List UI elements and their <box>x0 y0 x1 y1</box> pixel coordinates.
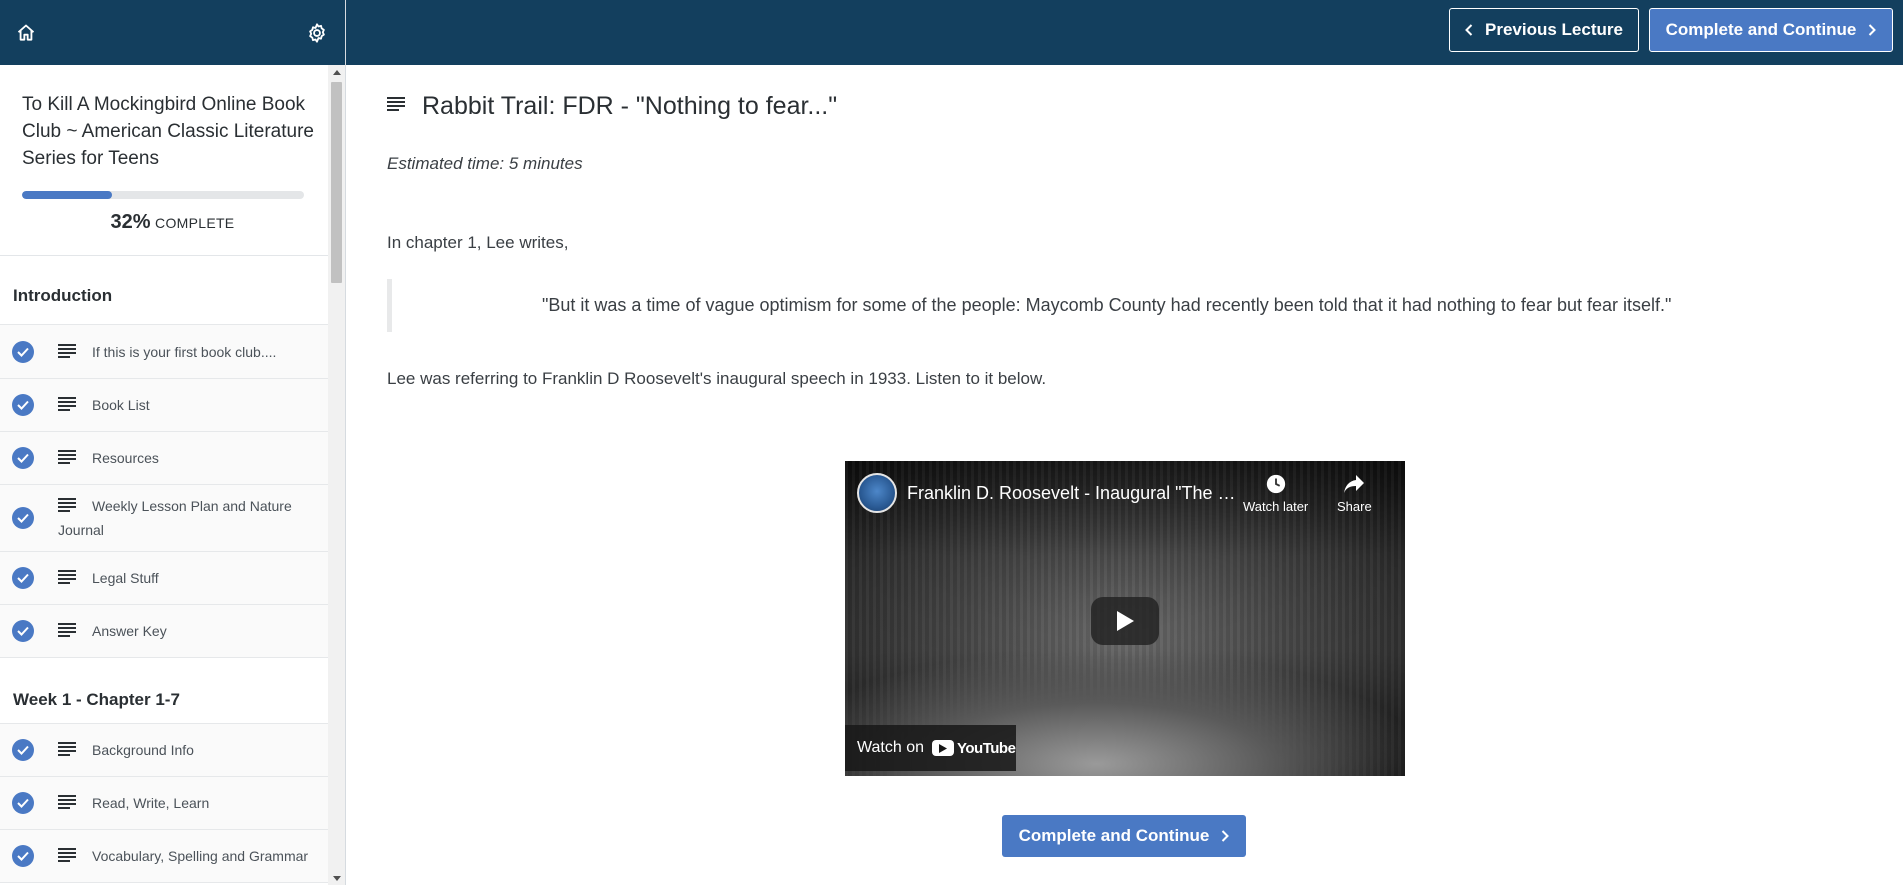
completed-check-icon <box>12 447 34 469</box>
completed-check-icon <box>12 845 34 867</box>
text-lines-icon <box>58 623 76 637</box>
watch-on-youtube-button[interactable]: Watch on YouTube <box>845 725 1016 771</box>
text-lines-icon <box>58 570 76 584</box>
quote-text: "But it was a time of vague optimism for… <box>542 295 1672 315</box>
section-title: Week 1 - Chapter 1-7 <box>0 658 345 724</box>
lecture-paragraph: In chapter 1, Lee writes, <box>387 233 569 252</box>
app-root: To Kill A Mockingbird Online Book Club ~… <box>0 0 1903 885</box>
gear-icon[interactable] <box>303 19 331 47</box>
scroll-down-arrow-icon[interactable] <box>328 871 345 885</box>
lecture-label: Resources <box>92 450 159 466</box>
lecture-label: Background Info <box>92 742 194 758</box>
watch-later-button[interactable]: Watch later <box>1243 473 1308 514</box>
sidebar-scroll-thumb[interactable] <box>331 82 342 283</box>
sidebar-scrollbar[interactable] <box>328 65 345 885</box>
sidebar-lecture-item[interactable]: Book List <box>0 379 345 432</box>
share-button[interactable]: Share <box>1337 473 1372 514</box>
course-progress-bar <box>22 191 304 199</box>
scroll-up-arrow-icon[interactable] <box>328 65 345 79</box>
course-title: To Kill A Mockingbird Online Book Club ~… <box>22 94 314 169</box>
text-lines-icon <box>58 848 76 862</box>
sidebar-lecture-item[interactable]: Legal Stuff <box>0 552 345 605</box>
text-lines-icon <box>58 742 76 756</box>
lecture-title-row: Rabbit Trail: FDR - "Nothing to fear..." <box>387 92 1903 121</box>
sidebar-lecture-item[interactable]: Resources <box>0 432 345 485</box>
sidebar-lecture-item[interactable]: Read, Write, Learn <box>0 777 345 830</box>
lecture-content: Rabbit Trail: FDR - "Nothing to fear..."… <box>346 65 1903 885</box>
clock-icon <box>1266 474 1285 494</box>
youtube-wordmark-text: YouTube <box>957 739 1016 757</box>
sidebar-lecture-item[interactable]: If this is your first book club.... <box>0 325 345 379</box>
lecture-label: Legal Stuff <box>92 570 159 586</box>
lecture-label: Vocabulary, Spelling and Grammar <box>92 848 309 864</box>
sidebar-lecture-item[interactable]: Weekly Lesson Plan and Nature Journal <box>0 485 345 552</box>
text-lines-icon <box>58 498 76 512</box>
play-button[interactable] <box>1091 597 1159 645</box>
lecture-label: Weekly Lesson Plan and Nature Journal <box>58 498 292 538</box>
text-lines-icon <box>58 397 76 411</box>
sidebar-lecture-item[interactable]: Answer Key <box>0 605 345 658</box>
video-title[interactable]: Franklin D. Roosevelt - Inaugural "The O… <box>907 483 1237 504</box>
youtube-play-icon <box>932 740 954 756</box>
text-lines-icon <box>58 795 76 809</box>
lecture-paragraph: Lee was referring to Franklin D Roosevel… <box>387 369 1047 388</box>
completed-check-icon <box>12 620 34 642</box>
lecture-label: Book List <box>92 397 150 413</box>
sidebar-lecture-item[interactable]: Background Info <box>0 724 345 777</box>
completed-check-icon <box>12 792 34 814</box>
youtube-video-embed[interactable]: Franklin D. Roosevelt - Inaugural "The O… <box>845 461 1405 776</box>
course-progress-fill <box>22 191 113 199</box>
lecture-label: Read, Write, Learn <box>92 795 210 811</box>
watch-later-label: Watch later <box>1243 499 1309 514</box>
complete-and-continue-label: Complete and Continue <box>1018 826 1210 845</box>
chevron-right-icon <box>1222 830 1230 842</box>
completed-check-icon <box>12 739 34 761</box>
sidebar-header <box>0 0 345 65</box>
completed-check-icon <box>12 507 34 529</box>
play-icon <box>1117 611 1134 631</box>
progress-percent: 32% <box>110 211 151 233</box>
channel-avatar[interactable] <box>857 473 897 513</box>
chevron-left-icon <box>1465 24 1473 36</box>
sidebar-scroll-area[interactable]: To Kill A Mockingbird Online Book Club ~… <box>0 65 345 885</box>
progress-complete-text: COMPLETE <box>155 215 235 231</box>
completed-check-icon <box>12 340 34 363</box>
watch-on-label: Watch on <box>857 739 924 756</box>
text-lines-icon <box>387 96 405 117</box>
text-lines-icon <box>58 450 76 464</box>
section-title: Introduction <box>0 256 345 325</box>
progress-label: 32% COMPLETE <box>22 211 323 234</box>
previous-lecture-button[interactable]: Previous Lecture <box>1449 8 1639 52</box>
bottom-complete-and-continue-button[interactable]: Complete and Continue <box>1002 815 1246 857</box>
chevron-right-icon <box>1869 24 1877 36</box>
home-icon[interactable] <box>12 19 40 47</box>
lecture-label: Answer Key <box>92 623 167 639</box>
youtube-logo: YouTube <box>932 739 1016 757</box>
course-sidebar: To Kill A Mockingbird Online Book Club ~… <box>0 0 346 885</box>
course-header: To Kill A Mockingbird Online Book Club ~… <box>0 65 345 256</box>
complete-and-continue-button[interactable]: Complete and Continue <box>1649 8 1893 52</box>
lecture-quote: "But it was a time of vague optimism for… <box>387 279 1903 332</box>
completed-check-icon <box>12 394 34 416</box>
estimated-time: Estimated time: 5 minutes <box>387 154 583 173</box>
share-arrow-icon <box>1344 475 1365 493</box>
lecture-top-nav: Previous Lecture Complete and Continue <box>346 0 1903 65</box>
completed-check-icon <box>12 567 34 589</box>
lecture-title: Rabbit Trail: FDR - "Nothing to fear..." <box>422 92 838 120</box>
previous-lecture-label: Previous Lecture <box>1485 20 1623 39</box>
text-lines-icon <box>58 343 76 358</box>
lecture-label: If this is your first book club.... <box>92 343 277 360</box>
complete-and-continue-label: Complete and Continue <box>1665 20 1857 39</box>
share-label: Share <box>1337 499 1372 514</box>
sidebar-lecture-item[interactable]: Vocabulary, Spelling and Grammar <box>0 830 345 883</box>
